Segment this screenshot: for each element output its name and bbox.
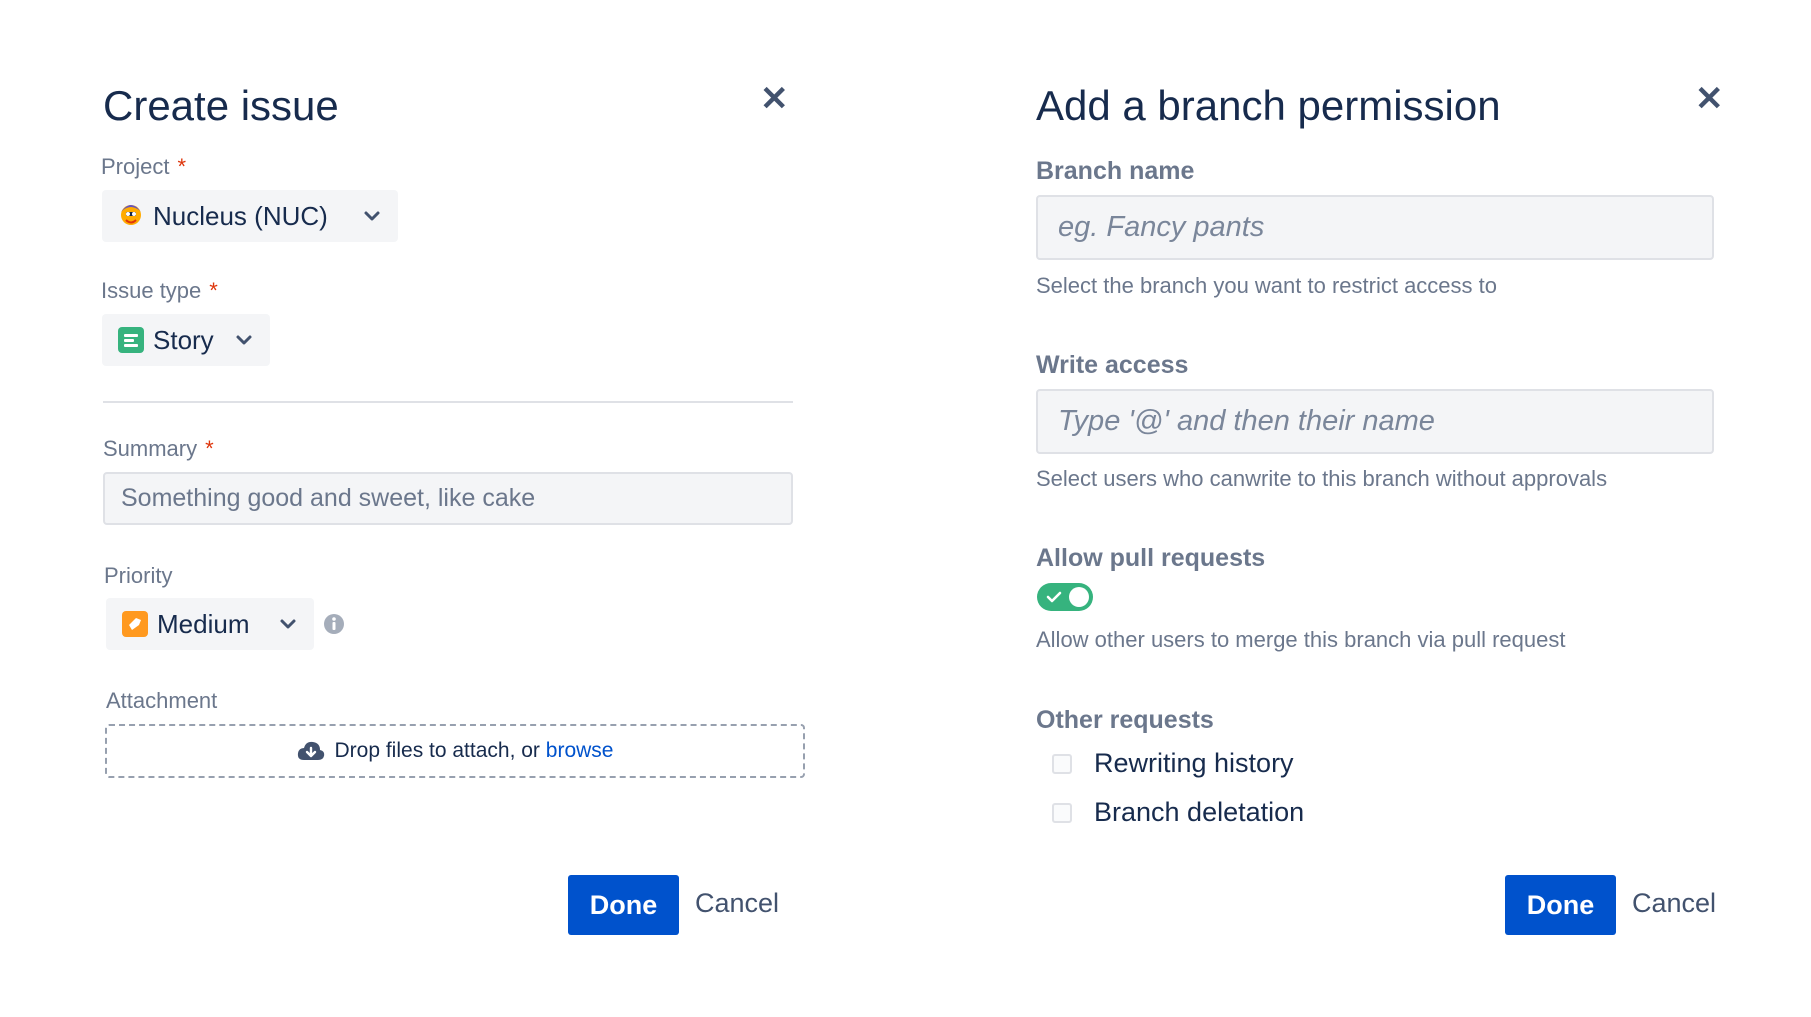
pull-requests-help: Allow other users to merge this branch v… <box>1036 627 1566 652</box>
chevron-down-icon <box>236 335 252 345</box>
cancel-button[interactable]: Cancel <box>1632 888 1716 919</box>
cloud-upload-icon <box>297 741 324 760</box>
attachment-text: Drop files to attach, or <box>334 739 540 762</box>
close-icon[interactable]: ✕ <box>1695 82 1724 116</box>
dialog-title: Add a branch permission <box>1036 82 1501 129</box>
priority-select[interactable]: Medium <box>106 598 314 650</box>
done-button[interactable]: Done <box>1505 875 1616 935</box>
issue-type-label: Issue type * <box>101 280 218 302</box>
rewriting-history-option[interactable]: Rewriting history <box>1052 748 1294 779</box>
branch-deletation-label: Branch deletation <box>1094 797 1305 827</box>
project-select[interactable]: Nucleus (NUC) <box>102 190 398 242</box>
other-requests-label: Other requests <box>1036 706 1214 734</box>
issue-type-label-text: Issue type <box>101 278 202 303</box>
required-marker: * <box>205 436 214 461</box>
close-icon[interactable]: ✕ <box>760 82 789 116</box>
summary-label-text: Summary <box>103 436 198 461</box>
rewriting-history-label: Rewriting history <box>1094 748 1294 778</box>
issue-type-value: Story <box>153 324 214 355</box>
done-button[interactable]: Done <box>568 875 679 935</box>
branch-permission-dialog: Add a branch permission ✕ Branch name Se… <box>905 0 1811 1017</box>
branch-name-label: Branch name <box>1036 157 1195 185</box>
branch-name-help: Select the branch you want to restrict a… <box>1036 273 1498 298</box>
priority-label: Priority <box>104 563 173 588</box>
issue-type-select[interactable]: Story <box>102 314 270 366</box>
summary-input[interactable] <box>103 472 793 525</box>
pull-requests-toggle[interactable] <box>1037 583 1093 611</box>
branch-deletation-checkbox[interactable] <box>1052 802 1072 823</box>
rewriting-history-checkbox[interactable] <box>1052 753 1072 774</box>
divider <box>103 401 793 403</box>
chevron-down-icon <box>280 619 296 629</box>
write-access-label: Write access <box>1036 351 1189 379</box>
attachment-label: Attachment <box>106 688 218 713</box>
project-value: Nucleus (NUC) <box>153 200 328 231</box>
branch-name-input[interactable] <box>1036 195 1714 260</box>
project-avatar-icon <box>121 205 141 225</box>
project-label: Project * <box>101 156 186 178</box>
browse-link[interactable]: browse <box>546 739 614 763</box>
attachment-dropzone[interactable]: Drop files to attach, or browse <box>105 724 805 778</box>
chevron-down-icon <box>364 211 380 221</box>
write-access-input[interactable] <box>1036 389 1714 454</box>
pull-requests-label: Allow pull requests <box>1036 544 1266 572</box>
toggle-knob <box>1069 587 1089 607</box>
create-issue-dialog: Create issue ✕ Project * Nucleus (NUC) Is… <box>0 0 905 1017</box>
dialog-title: Create issue <box>103 82 339 129</box>
story-icon <box>118 327 144 353</box>
branch-deletation-option[interactable]: Branch deletation <box>1052 797 1304 828</box>
write-access-help: Select users who canwrite to this branch… <box>1036 466 1608 491</box>
project-label-text: Project <box>101 154 170 179</box>
checkmark-icon <box>1046 591 1062 603</box>
required-marker: * <box>177 154 187 179</box>
info-icon[interactable] <box>323 613 345 635</box>
required-marker: * <box>209 278 218 303</box>
cancel-button[interactable]: Cancel <box>695 888 779 919</box>
priority-value: Medium <box>157 608 250 639</box>
summary-label: Summary * <box>103 438 214 460</box>
priority-medium-icon <box>122 611 148 637</box>
